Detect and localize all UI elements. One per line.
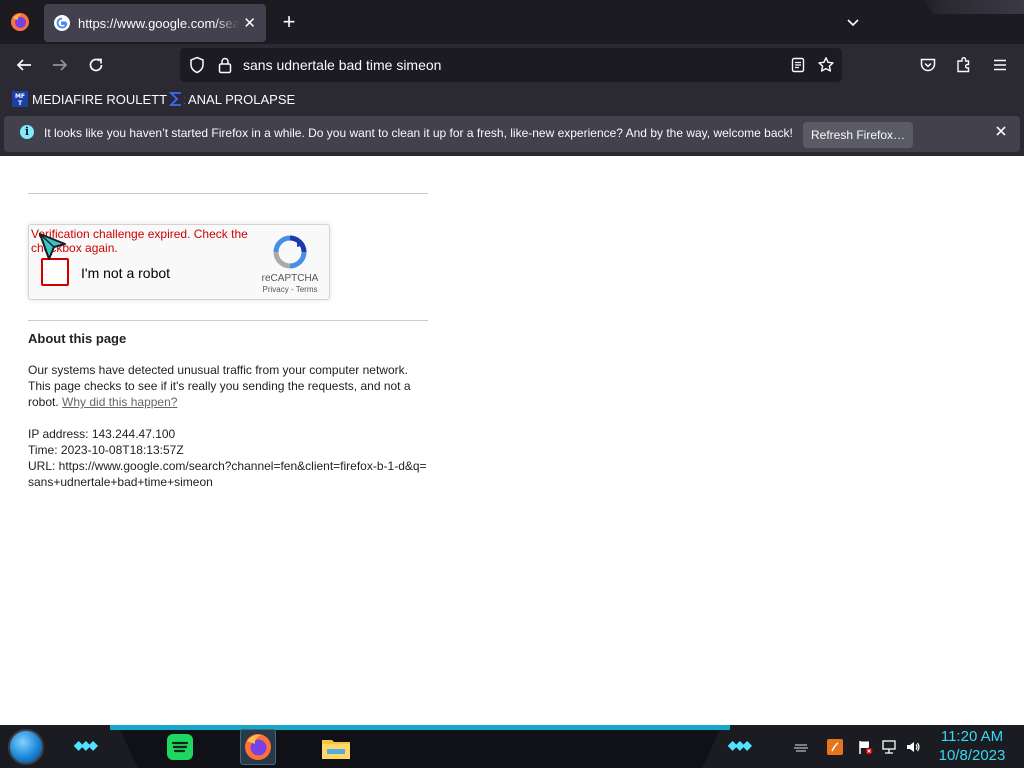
url-text[interactable]: sans udnertale bad time simeon: [243, 57, 441, 73]
back-button[interactable]: [10, 51, 38, 79]
taskbar-chevron-decoration: ◆◆◆: [74, 738, 98, 752]
why-did-this-happen-link[interactable]: Why did this happen?: [62, 395, 177, 409]
app-menu-button[interactable]: [986, 51, 1014, 79]
clock-time: 11:20 AM: [940, 728, 1004, 745]
refresh-firefox-button[interactable]: Refresh Firefox…: [803, 122, 913, 148]
about-title: About this page: [28, 331, 127, 346]
recaptcha-label: I'm not a robot: [81, 265, 171, 281]
about-paragraph: Our systems have detected unusual traffi…: [28, 362, 432, 410]
tab-bar: https://www.google.com/search?channel=fe…: [0, 0, 1024, 44]
file-explorer-icon: [322, 740, 350, 759]
google-favicon-icon: [54, 15, 70, 31]
hamburger-menu-icon: [994, 59, 1006, 71]
recaptcha-logo-icon: [273, 235, 307, 269]
pocket-icon: [920, 58, 936, 72]
recaptcha-links: Privacy - Terms: [251, 285, 329, 294]
reload-button[interactable]: [82, 51, 110, 79]
recaptcha-checkbox[interactable]: [41, 258, 69, 286]
divider: [28, 320, 428, 321]
page-content: Verification challenge expired. Check th…: [0, 156, 1024, 725]
taskbar: ◆◆◆ ◆◆◆ 11:20 AM 10/8/2023: [0, 725, 1024, 768]
bookmark-label: ANAL PROLAPSE: [188, 91, 296, 107]
show-hidden-icons-icon[interactable]: [793, 739, 809, 755]
bookmarks-toolbar: MF T MEDIAFIRE ROULETTER ANAL PROLAPSE: [0, 86, 1024, 112]
svg-text:MF: MF: [15, 93, 25, 100]
window-frame-decoration: [925, 0, 1024, 14]
notification-message: It looks like you haven’t started Firefo…: [44, 126, 793, 140]
extensions-button[interactable]: [950, 51, 978, 79]
taskbar-accent: [110, 725, 730, 730]
action-center-flag-icon[interactable]: [857, 739, 873, 755]
sigma-bookmark-icon: [168, 91, 184, 107]
tracking-protection-shield-icon[interactable]: [188, 56, 206, 74]
volume-icon[interactable]: [905, 739, 921, 755]
forward-button[interactable]: [46, 51, 74, 79]
taskbar-decoration: [120, 730, 720, 768]
forward-arrow-icon: [53, 59, 68, 71]
bookmark-label: MEDIAFIRE ROULETTER: [32, 91, 186, 107]
privacy-link[interactable]: Privacy: [263, 285, 289, 294]
list-all-tabs-icon[interactable]: [842, 12, 864, 34]
mouse-cursor-icon: [39, 233, 66, 260]
bookmark-anal-prolapse[interactable]: ANAL PROLAPSE: [168, 90, 295, 108]
timestamp: Time: 2023-10-08T18:13:57Z: [28, 443, 184, 457]
ip-address: IP address: 143.244.47.100: [28, 427, 176, 441]
taskbar-chevron-decoration: ◆◆◆: [728, 738, 752, 752]
reload-icon: [89, 58, 103, 72]
links-separator: -: [288, 285, 296, 294]
pocket-button[interactable]: [914, 51, 942, 79]
spotify-icon: [167, 734, 193, 760]
notification-bar: i It looks like you haven’t started Fire…: [0, 112, 1024, 156]
info-icon: i: [20, 125, 34, 139]
reader-view-icon[interactable]: [790, 57, 806, 73]
navigation-toolbar: sans udnertale bad time simeon: [0, 44, 1024, 86]
divider: [28, 193, 428, 194]
system-clock[interactable]: 11:20 AM 10/8/2023: [930, 727, 1014, 765]
address-bar[interactable]: sans udnertale bad time simeon: [180, 48, 842, 82]
firefox-taskbar-button[interactable]: [240, 729, 276, 765]
recaptcha-brand: reCAPTCHA: [261, 273, 319, 284]
start-button[interactable]: [8, 729, 44, 765]
back-arrow-icon: [16, 59, 31, 71]
firefox-menu-icon[interactable]: [10, 12, 30, 32]
new-tab-button[interactable]: +: [276, 10, 302, 36]
bookmark-mediafire-rouletter[interactable]: MF T MEDIAFIRE ROULETTER: [12, 90, 185, 108]
tab-close-icon[interactable]: ✕: [243, 14, 256, 32]
lock-icon[interactable]: [217, 56, 233, 74]
firefox-icon: [245, 734, 271, 760]
network-icon[interactable]: [881, 739, 897, 755]
mediafire-icon: MF T: [12, 91, 28, 107]
tab-title: https://www.google.com/search?channel=fe…: [78, 15, 240, 31]
recaptcha-widget: Verification challenge expired. Check th…: [28, 224, 330, 300]
terms-link[interactable]: Terms: [296, 285, 318, 294]
java-update-icon[interactable]: [827, 739, 843, 755]
bookmark-star-icon[interactable]: [817, 56, 835, 74]
file-explorer-taskbar-button[interactable]: [318, 729, 354, 765]
spotify-taskbar-button[interactable]: [162, 729, 198, 765]
blocked-url: URL: https://www.google.com/search?chann…: [28, 459, 427, 489]
tab-google-search[interactable]: https://www.google.com/search?channel=fe…: [44, 4, 266, 42]
clock-date: 10/8/2023: [938, 747, 1006, 764]
close-notification-icon[interactable]: [994, 124, 1008, 138]
puzzle-extensions-icon: [957, 57, 970, 73]
